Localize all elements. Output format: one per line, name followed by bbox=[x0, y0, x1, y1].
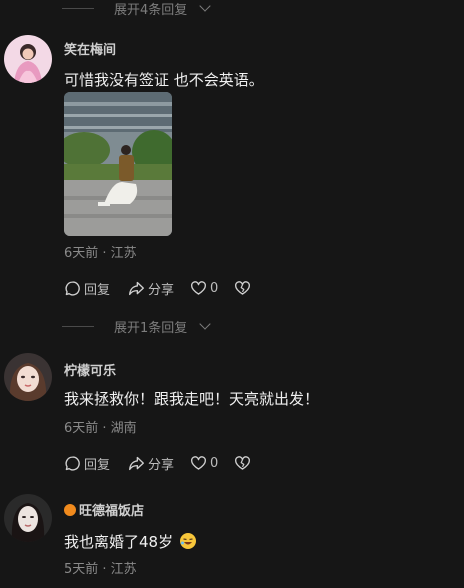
username[interactable]: 笑在梅间 bbox=[64, 39, 116, 58]
heart-icon bbox=[191, 281, 207, 295]
share-button[interactable]: 分享 bbox=[128, 279, 174, 298]
username-row[interactable]: 旺德福饭店 bbox=[64, 500, 144, 519]
comment-meta: 6天前 · 江苏 bbox=[64, 246, 137, 261]
chevron-down-icon bbox=[199, 318, 211, 330]
chat-bubble-icon bbox=[65, 281, 80, 296]
reply-label: 回复 bbox=[84, 458, 111, 473]
comment-text-row: 我也离婚了48岁 bbox=[64, 531, 196, 552]
username: 旺德福饭店 bbox=[79, 504, 145, 519]
comment-image[interactable] bbox=[64, 92, 172, 236]
expand-replies-label: 展开1条回复 bbox=[114, 320, 188, 336]
shop-badge-icon bbox=[64, 503, 76, 516]
reply-label: 回复 bbox=[84, 283, 111, 298]
broken-heart-icon bbox=[235, 456, 251, 470]
expand-replies-label: 展开4条回复 bbox=[114, 2, 188, 18]
avatar[interactable] bbox=[4, 35, 52, 83]
share-label: 分享 bbox=[148, 283, 175, 298]
comment-meta: 5天前 · 江苏 bbox=[64, 562, 137, 577]
share-button[interactable]: 分享 bbox=[128, 454, 174, 473]
comment-actions: 回复 分享 0 bbox=[64, 454, 251, 473]
rolling-laughing-emoji-icon bbox=[179, 533, 196, 549]
username[interactable]: 柠檬可乐 bbox=[64, 360, 116, 379]
expand-replies-mid[interactable]: 展开1条回复 bbox=[62, 318, 211, 336]
comment-actions: 回复 分享 0 bbox=[64, 279, 251, 298]
expand-replies-top[interactable]: 展开4条回复 bbox=[62, 0, 211, 18]
chevron-down-icon bbox=[199, 0, 211, 12]
divider-line bbox=[62, 325, 94, 327]
divider-line bbox=[62, 7, 94, 9]
avatar[interactable] bbox=[4, 494, 52, 542]
dislike-button[interactable] bbox=[234, 280, 251, 297]
like-count: 0 bbox=[210, 281, 219, 296]
reply-button[interactable]: 回复 bbox=[64, 454, 110, 473]
heart-icon bbox=[191, 456, 207, 470]
broken-heart-icon bbox=[235, 281, 251, 295]
like-button[interactable]: 0 bbox=[190, 455, 218, 472]
like-count: 0 bbox=[210, 456, 219, 471]
avatar[interactable] bbox=[4, 353, 52, 401]
reply-button[interactable]: 回复 bbox=[64, 279, 110, 298]
share-label: 分享 bbox=[148, 458, 175, 473]
comment-text: 我也离婚了48岁 bbox=[64, 533, 174, 551]
share-arrow-icon bbox=[129, 281, 144, 296]
dislike-button[interactable] bbox=[234, 455, 251, 472]
share-arrow-icon bbox=[129, 456, 144, 471]
like-button[interactable]: 0 bbox=[190, 280, 218, 297]
chat-bubble-icon bbox=[65, 456, 80, 471]
comment-text: 我来拯救你！跟我走吧！天亮就出发！ bbox=[64, 390, 320, 408]
comment-text: 可惜我没有签证 也不会英语。 bbox=[64, 71, 264, 89]
comment-meta: 6天前 · 湖南 bbox=[64, 421, 137, 436]
